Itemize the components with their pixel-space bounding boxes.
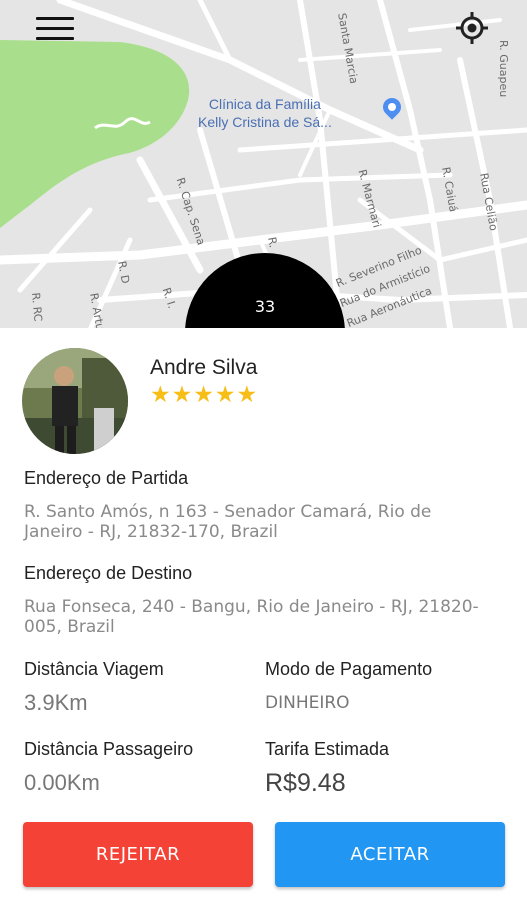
poi-name-line1: Clínica da Família <box>208 96 321 112</box>
street-label: R. Guapeu <box>497 40 510 98</box>
accept-button[interactable]: ACEITAR <box>275 822 505 887</box>
hamburger-icon-bar <box>36 37 74 40</box>
estimated-fare-label: Tarifa Estimada <box>265 739 390 759</box>
street-label: R. <box>265 236 280 249</box>
menu-button[interactable] <box>30 14 78 44</box>
poi-name-line2: Kelly Cristina de Sá... <box>198 114 332 130</box>
crosshair-icon <box>456 12 488 44</box>
reject-button[interactable]: REJEITAR <box>23 822 253 887</box>
my-location-button[interactable] <box>452 8 492 48</box>
trip-distance-value: 3.9Km <box>24 690 88 715</box>
hamburger-icon <box>36 17 74 20</box>
rating-stars-icon: ★★★★★ <box>150 381 259 407</box>
pickup-address: R. Santo Amós, n 163 - Senador Camará, R… <box>24 502 432 542</box>
driver-name: Andre Silva <box>150 356 258 379</box>
map-view[interactable]: Santa Marcia R. Guapeu R. Cap. Sena R. M… <box>0 0 527 328</box>
payment-mode-value: DINHEIRO <box>265 693 350 713</box>
avatar <box>22 348 128 454</box>
destination-label: Endereço de Destino <box>24 563 193 583</box>
driver-photo <box>22 348 128 454</box>
passenger-distance-label: Distância Passageiro <box>24 739 194 759</box>
pickup-label: Endereço de Partida <box>24 468 189 488</box>
payment-mode-label: Modo de Pagamento <box>265 659 433 679</box>
poi-label: Clínica da Família Kelly Cristina de Sá.… <box>198 95 332 131</box>
trip-distance-label: Distância Viagem <box>24 659 164 679</box>
passenger-distance-value: 0.00Km <box>24 770 100 795</box>
estimated-fare-value: R$9.48 <box>265 769 346 797</box>
countdown-value: 33 <box>254 297 276 316</box>
destination-address: Rua Fonseca, 240 - Bangu, Rio de Janeiro… <box>24 597 479 637</box>
street-label: R. RC <box>29 292 45 323</box>
hamburger-icon-bar <box>36 27 74 30</box>
